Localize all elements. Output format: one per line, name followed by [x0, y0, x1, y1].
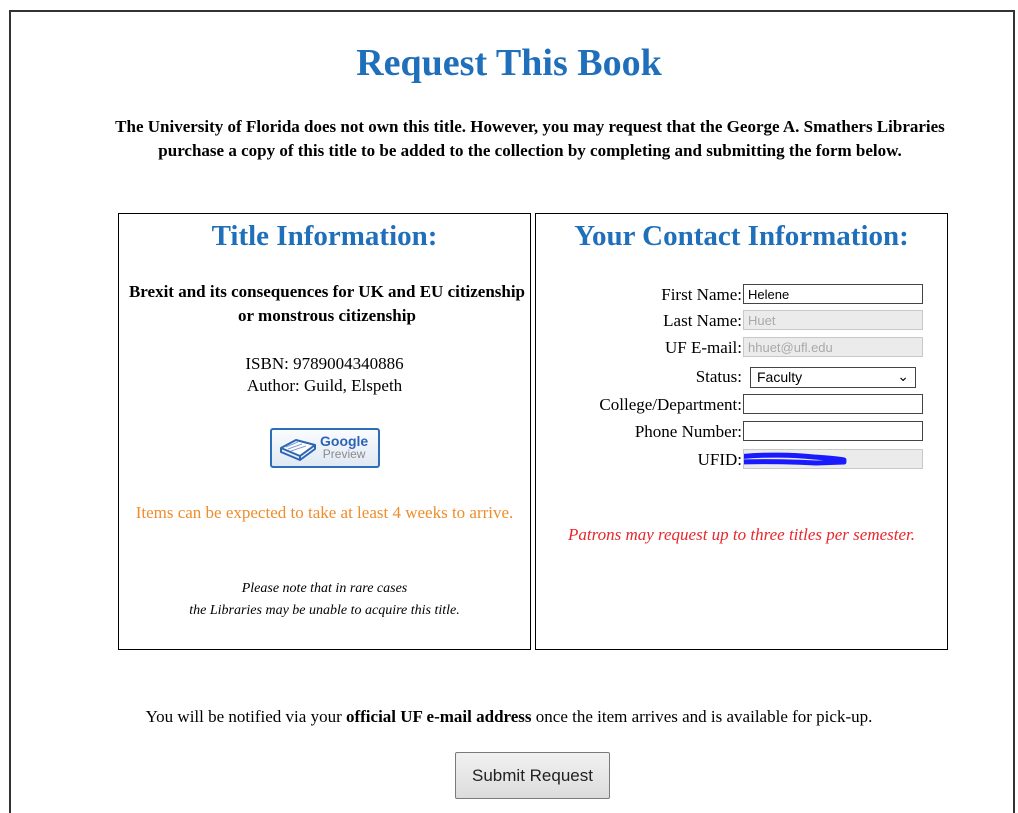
google-preview-label: Google Preview — [320, 434, 368, 461]
status-label: Status: — [695, 367, 742, 386]
intro-text: The University of Florida does not own t… — [115, 117, 945, 160]
title-information-panel: Title Information: Brexit and its conseq… — [118, 213, 531, 650]
google-preview-line2: Preview — [322, 447, 366, 461]
redaction-scribble — [744, 452, 847, 466]
email-field — [743, 337, 923, 357]
email-row: UF E-mail: — [536, 337, 949, 358]
submit-request-button[interactable]: Submit Request — [455, 752, 610, 799]
notify-post: once the item arrives and is available f… — [531, 707, 873, 726]
college-row: College/Department: — [536, 394, 949, 415]
chevron-down-icon: ⌄ — [897, 368, 909, 384]
college-department-field[interactable] — [743, 394, 923, 414]
status-selected-value: Faculty — [757, 369, 803, 385]
rare-note-line2: the Libraries may be unable to acquire t… — [189, 603, 460, 618]
status-row: Status: Faculty ⌄ — [536, 366, 949, 388]
book-title: Brexit and its consequences for UK and E… — [128, 282, 526, 325]
title-information-heading: Title Information: — [211, 220, 438, 252]
notification-text: You will be notified via your official U… — [0, 706, 1018, 728]
college-label: College/Department: — [599, 395, 742, 414]
last-name-label: Last Name: — [663, 311, 742, 330]
first-name-label: First Name: — [661, 285, 742, 304]
patrons-limit-notice: Patrons may request up to three titles p… — [567, 525, 916, 544]
rare-case-note: Please note that in rare cases the Libra… — [119, 578, 530, 622]
page-title: Request This Book — [356, 42, 662, 84]
contact-information-heading: Your Contact Information: — [574, 220, 909, 252]
notify-bold: official UF e-mail address — [345, 707, 532, 726]
rare-note-line1: Please note that in rare cases — [241, 581, 408, 596]
book-author: Author: Guild, Elspeth — [246, 376, 403, 395]
first-name-field[interactable] — [743, 284, 923, 304]
book-meta: ISBN: 9789004340886 Author: Guild, Elspe… — [119, 353, 530, 397]
contact-information-panel: Your Contact Information: First Name: La… — [535, 213, 948, 650]
phone-row: Phone Number: — [536, 421, 949, 442]
status-select[interactable]: Faculty ⌄ — [750, 367, 916, 388]
book-isbn: ISBN: 9789004340886 — [245, 354, 404, 373]
email-label: UF E-mail: — [665, 338, 742, 357]
ufid-label: UFID: — [697, 450, 742, 469]
last-name-field — [743, 310, 923, 330]
ufid-row: UFID: — [536, 449, 949, 470]
book-icon — [280, 439, 316, 461]
first-name-row: First Name: — [536, 284, 949, 305]
ufid-field — [743, 449, 923, 469]
notify-pre: You will be notified via your — [145, 707, 346, 726]
google-preview-button[interactable]: Google Preview — [270, 428, 380, 468]
arrival-notice: Items can be expected to take at least 4… — [135, 503, 514, 522]
phone-number-field[interactable] — [743, 421, 923, 441]
last-name-row: Last Name: — [536, 310, 949, 331]
phone-label: Phone Number: — [634, 422, 742, 441]
